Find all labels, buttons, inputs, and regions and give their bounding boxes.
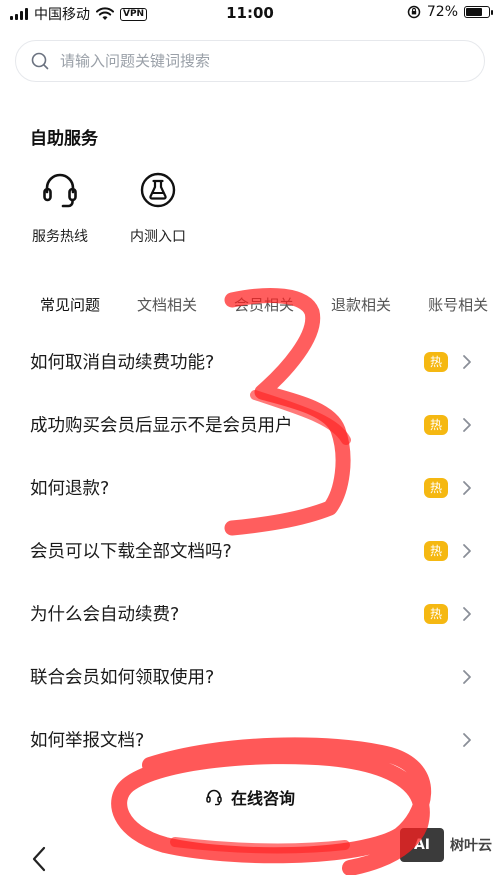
tab-common-questions[interactable]: 常见问题: [40, 288, 100, 332]
chevron-right-icon: [463, 417, 471, 432]
chevron-right-icon: [463, 480, 471, 495]
chevron-right-icon: [463, 669, 471, 684]
orientation-lock-icon: [407, 5, 421, 19]
faq-question: 如何退款?: [30, 479, 110, 499]
hot-badge: 热: [424, 351, 448, 372]
online-consult-button[interactable]: 在线咨询: [0, 785, 500, 809]
faq-item[interactable]: 为什么会自动续费? 热: [0, 582, 500, 645]
faq-list: 如何取消自动续费功能? 热 成功购买会员后显示不是会员用户 热 如何退款? 热 …: [0, 330, 500, 771]
hot-badge: 热: [424, 603, 448, 624]
online-consult-label: 在线咨询: [230, 789, 295, 808]
chevron-right-icon: [463, 606, 471, 621]
headset-icon: [206, 789, 222, 806]
faq-question: 成功购买会员后显示不是会员用户: [30, 416, 293, 436]
search-bar[interactable]: [15, 40, 485, 82]
faq-question: 如何取消自动续费功能?: [30, 353, 215, 373]
faq-item[interactable]: 如何举报文档?: [0, 708, 500, 771]
watermark: AI 树叶云: [400, 828, 492, 862]
search-icon: [31, 52, 49, 70]
faq-question: 为什么会自动续费?: [30, 605, 180, 625]
faq-question: 如何举报文档?: [30, 731, 145, 751]
category-tabs: 常见问题 文档相关 会员相关 退款相关 账号相关: [0, 288, 500, 332]
chevron-right-icon: [463, 732, 471, 747]
beta-entry-button[interactable]: 内测入口: [120, 168, 196, 246]
battery-percent: 72%: [426, 4, 458, 20]
watermark-logo: AI: [400, 828, 444, 862]
search-input[interactable]: [60, 52, 460, 70]
faq-item[interactable]: 联合会员如何领取使用?: [0, 645, 500, 708]
tab-documents[interactable]: 文档相关: [137, 288, 197, 332]
tab-refund[interactable]: 退款相关: [331, 288, 391, 332]
faq-question: 会员可以下载全部文档吗?: [30, 542, 232, 562]
tab-membership[interactable]: 会员相关: [234, 288, 294, 332]
headset-icon: [43, 173, 77, 208]
chevron-right-icon: [463, 543, 471, 558]
tab-account[interactable]: 账号相关: [428, 288, 488, 332]
section-title-self-service: 自助服务: [30, 129, 98, 149]
faq-question: 联合会员如何领取使用?: [30, 668, 215, 688]
hot-badge: 热: [424, 540, 448, 561]
hot-badge: 热: [424, 477, 448, 498]
self-service-list: 服务热线 内测入口: [22, 168, 196, 246]
faq-item[interactable]: 如何取消自动续费功能? 热: [0, 330, 500, 393]
service-hotline-button[interactable]: 服务热线: [22, 168, 98, 246]
beta-entry-label: 内测入口: [130, 229, 186, 245]
watermark-text: 树叶云: [450, 838, 492, 854]
battery-icon: [464, 6, 493, 18]
service-hotline-label: 服务热线: [32, 229, 88, 245]
faq-item[interactable]: 会员可以下载全部文档吗? 热: [0, 519, 500, 582]
hot-badge: 热: [424, 414, 448, 435]
flask-icon: [140, 172, 176, 208]
chevron-right-icon: [463, 354, 471, 369]
faq-item[interactable]: 成功购买会员后显示不是会员用户 热: [0, 393, 500, 456]
faq-item[interactable]: 如何退款? 热: [0, 456, 500, 519]
status-bar: 中国移动 VPN 11:00 72%: [0, 0, 500, 28]
back-arrow-icon[interactable]: [28, 845, 50, 873]
